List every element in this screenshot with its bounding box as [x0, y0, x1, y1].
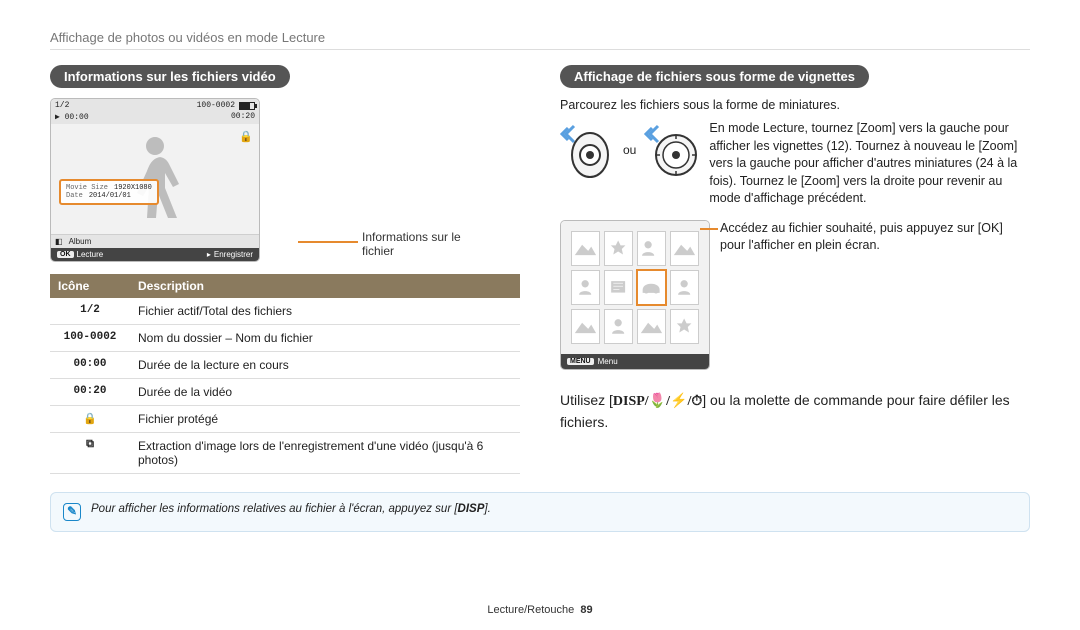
lock-icon: 🔒 — [50, 406, 130, 433]
table-row: 00:20Durée de la vidéo — [50, 379, 520, 406]
file-info-overlay: Movie Size1920X1080 Date2014/01/01 — [59, 179, 159, 205]
page-footer: Lecture/Retouche 89 — [0, 604, 1080, 616]
zoom-instructions: En mode Lecture, tournez [Zoom] vers la … — [709, 120, 1030, 208]
table-row: 1/2Fichier actif/Total des fichiers — [50, 298, 520, 325]
lock-icon: 🔒 — [239, 130, 253, 143]
battery-icon — [239, 102, 255, 110]
th-desc: Description — [130, 274, 520, 298]
right-column: Affichage de fichiers sous forme de vign… — [560, 65, 1030, 474]
menu-key: MENU — [567, 358, 594, 365]
album-label: Album — [69, 237, 92, 246]
info-icon: ✎ — [63, 503, 81, 521]
thumbnail-preview: MENU Menu — [560, 220, 710, 370]
callout-connector — [298, 241, 358, 243]
folder-file: 100-0002 — [197, 101, 235, 110]
save-icon: ▸ — [207, 250, 211, 259]
nav-keys: DISP/🌷/⚡/⏱ — [613, 394, 702, 409]
breadcrumb: Affichage de photos ou vidéos en mode Le… — [50, 30, 1030, 50]
total-time: 00:20 — [231, 112, 255, 122]
thumb-item — [571, 309, 600, 344]
thumb-item — [670, 270, 699, 305]
table-row: 00:00Durée de la lecture en cours — [50, 352, 520, 379]
zoom-wheel-icon — [644, 120, 699, 180]
play-label: Lecture — [77, 250, 104, 259]
album-icon: ◧ — [55, 237, 63, 246]
file-index: 1/2 — [55, 101, 69, 110]
thumb-item — [670, 309, 699, 344]
section-heading-video-info: Informations sur les fichiers vidéo — [50, 65, 290, 88]
icon-description-table: Icône Description 1/2Fichier actif/Total… — [50, 274, 520, 474]
table-row: ⧉Extraction d'image lors de l'enregistre… — [50, 433, 520, 474]
zoom-left-icon — [560, 120, 615, 180]
section-heading-thumbnails: Affichage de fichiers sous forme de vign… — [560, 65, 869, 88]
th-icon: Icône — [50, 274, 130, 298]
video-preview: 1/2 100-0002 ▶ 00:00 00:20 🔒 Movie Size1… — [50, 98, 260, 262]
thumb-item — [604, 270, 633, 305]
extract-icon: ⧉ — [50, 433, 130, 474]
thumbnail-callout: Accédez au fichier souhaité, puis appuye… — [720, 220, 1030, 255]
scroll-instruction: Utilisez [DISP/🌷/⚡/⏱] ou la molette de c… — [560, 390, 1030, 433]
thumb-item-selected — [637, 270, 666, 305]
elapsed-time: 00:00 — [65, 113, 89, 122]
left-column: Informations sur les fichiers vidéo 1/2 … — [50, 65, 520, 474]
thumb-item — [571, 231, 600, 266]
thumb-item — [604, 231, 633, 266]
menu-label: Menu — [598, 357, 618, 366]
thumb-item — [571, 270, 600, 305]
thumb-item — [670, 231, 699, 266]
thumbnail-intro: Parcourez les fichiers sous la forme de … — [560, 98, 1030, 112]
thumb-item — [637, 309, 666, 344]
zoom-diagram: ou — [560, 120, 699, 180]
table-row: 🔒Fichier protégé — [50, 406, 520, 433]
save-label: Enregistrer — [214, 250, 253, 259]
file-info-callout: Informations sur le fichier — [362, 230, 461, 258]
tip-box: ✎ Pour afficher les informations relativ… — [50, 492, 1030, 532]
thumb-item — [604, 309, 633, 344]
or-label: ou — [623, 143, 636, 157]
thumb-item — [637, 231, 666, 266]
ok-key: OK — [57, 251, 74, 258]
table-row: 100-0002Nom du dossier – Nom du fichier — [50, 325, 520, 352]
